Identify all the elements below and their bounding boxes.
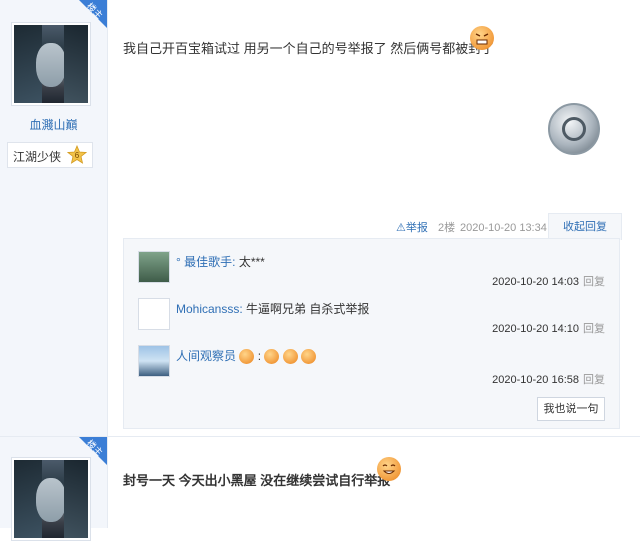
reply-meta: 2020-10-20 16:58 回复 (492, 371, 605, 387)
reply-text: : (257, 349, 262, 363)
angry-face-emoji-icon (301, 349, 317, 365)
post-floor-next: 楼主 封号一天 今天出小黑屋 没在继续尝试自行举报 (0, 437, 640, 541)
reply-meta: 2020-10-20 14:10 回复 (492, 320, 605, 336)
author-sidebar: 楼主 血濺山巔 江湖少侠 6 (0, 0, 108, 436)
reply-avatar[interactable] (138, 345, 170, 377)
reply-button[interactable]: 回复 (583, 276, 605, 288)
angry-face-emoji-icon (264, 349, 280, 365)
author-avatar[interactable] (11, 457, 91, 541)
post-content: 封号一天 今天出小黑屋 没在继续尝试自行举报 (123, 470, 390, 489)
reply-button[interactable]: 回复 (583, 323, 605, 335)
post-content: 我自己开百宝箱试过 用另一个自己的号举报了 然后俩号都被封了 (123, 38, 494, 57)
warning-icon: ⚠ (396, 222, 406, 234)
author-sidebar: 楼主 (0, 437, 108, 541)
level-star-icon: 6 (67, 145, 87, 164)
grin-emoji-icon (377, 457, 401, 481)
list-item: Mohicansss: 牛逼啊兄弟 自杀式举报 (176, 300, 369, 317)
level-number: 6 (75, 151, 80, 160)
reply-avatar[interactable] (138, 298, 170, 330)
rank-title: 江湖少侠 (13, 150, 62, 164)
author-avatar[interactable] (11, 22, 91, 106)
post-text: 封号一天 今天出小黑屋 没在继续尝试自行举报 (123, 473, 391, 488)
reply-text: 太*** (238, 255, 265, 269)
smile-emoji-icon (239, 349, 255, 365)
reply-time: 2020-10-20 14:10 (492, 323, 579, 335)
angry-face-emoji-icon (470, 26, 494, 50)
reply-text: 牛逼啊兄弟 自杀式举报 (246, 302, 370, 316)
reply-author[interactable]: Mohicansss: (176, 302, 243, 316)
collapse-replies-button[interactable]: 收起回复 (548, 213, 622, 240)
list-item: 人间观察员 : (176, 347, 317, 365)
add-comment-button[interactable]: 我也说一句 (537, 397, 605, 421)
reply-meta: 2020-10-20 14:03 回复 (492, 273, 605, 289)
reply-author[interactable]: 人间观察员 (176, 349, 236, 363)
report-link[interactable]: ⚠举报 (396, 218, 428, 238)
post-timestamp: 2020-10-20 13:34 (460, 222, 547, 234)
post-text: 我自己开百宝箱试过 用另一个自己的号举报了 然后俩号都被封了 (123, 41, 495, 56)
reply-avatar[interactable] (138, 251, 170, 283)
angry-face-emoji-icon (282, 349, 298, 365)
author-name[interactable]: 血濺山巔 (0, 116, 107, 133)
floor-number: 2楼 (438, 222, 456, 234)
reply-author[interactable]: ° 最佳歌手: (176, 255, 235, 269)
sticker-image (548, 103, 600, 155)
reply-list: ° 最佳歌手: 太*** 2020-10-20 14:03 回复 Mohicans… (123, 238, 620, 429)
list-item: ° 最佳歌手: 太*** (176, 253, 265, 270)
reply-button[interactable]: 回复 (583, 374, 605, 386)
reply-time: 2020-10-20 14:03 (492, 276, 579, 288)
post-floor-2: 楼主 血濺山巔 江湖少侠 6 我自己开百宝箱试过 用另一个自己的号举报了 然后俩… (0, 0, 640, 436)
reply-time: 2020-10-20 16:58 (492, 374, 579, 386)
rank-badge: 江湖少侠 6 (7, 142, 93, 168)
